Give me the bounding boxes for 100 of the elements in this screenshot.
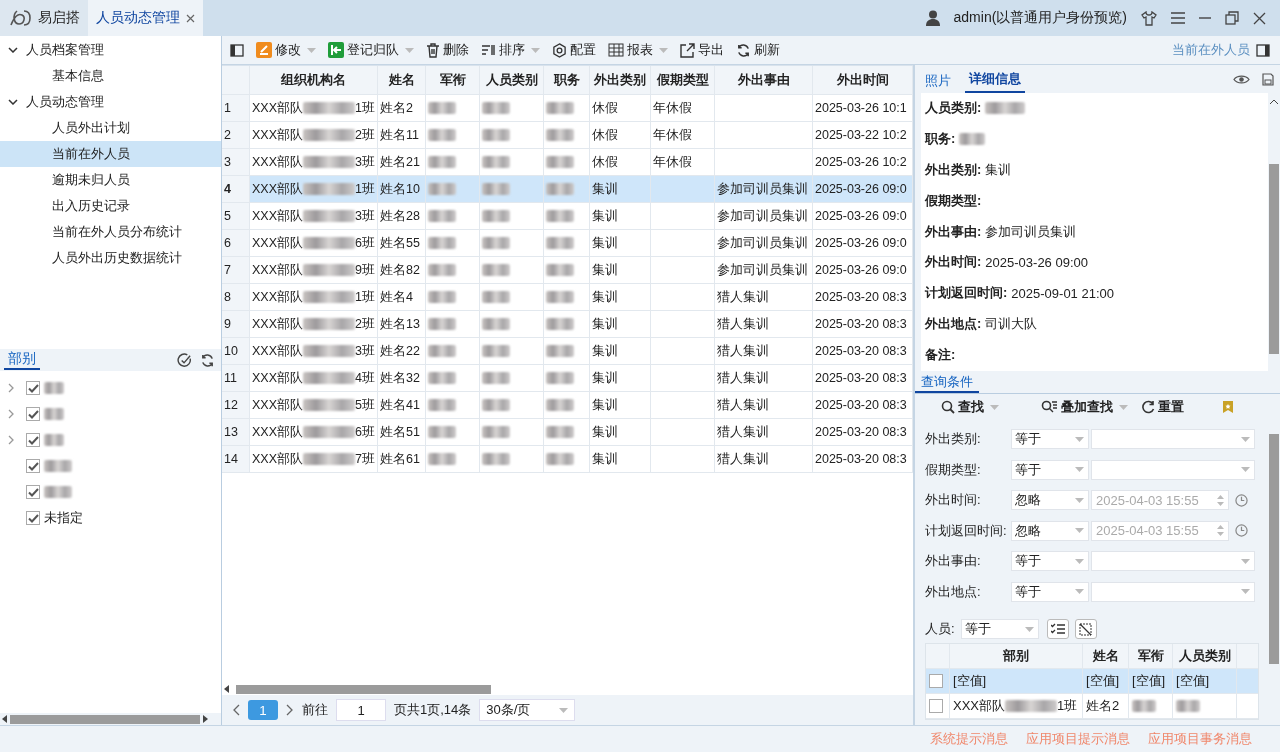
table-row[interactable]: [空值] [空值] [空值] [空值]: [926, 669, 1258, 694]
column-header[interactable]: 部别: [1003, 647, 1029, 665]
restore-icon[interactable]: [1225, 11, 1239, 25]
nav-item[interactable]: 基本信息: [0, 63, 221, 89]
scrollbar-thumb[interactable]: [10, 714, 200, 724]
table-row[interactable]: 11 XXX部队 4班 姓名32 集训 猎人集训 2025-03-20 08:3: [222, 365, 913, 392]
table-row[interactable]: 8 XXX部队 1班 姓名4 集训 猎人集训 2025-03-20 08:3: [222, 284, 913, 311]
table-row[interactable]: 14 XXX部队 7班 姓名61 集训 猎人集训 2025-03-20 08:3: [222, 446, 913, 473]
tree-item[interactable]: 未指定: [44, 509, 83, 527]
table-row[interactable]: 5 XXX部队 3班 姓名28 集训 参加司训员集训 2025-03-26 09:0: [222, 203, 913, 230]
toolbar-button[interactable]: 报表: [602, 41, 674, 59]
column-header[interactable]: 人员类别: [1178, 647, 1231, 665]
column-header[interactable]: 外出事由: [737, 71, 790, 89]
query-button[interactable]: 重置: [1135, 397, 1235, 417]
table-row[interactable]: 6 XXX部队 6班 姓名55 集训 参加司训员集训 2025-03-26 09:0: [222, 230, 913, 257]
chevron-right-icon[interactable]: [8, 409, 14, 419]
column-header[interactable]: 人员类别: [485, 71, 538, 89]
column-header[interactable]: 外出时间: [836, 71, 889, 89]
toolbar-button[interactable]: 删除: [420, 41, 475, 59]
column-header[interactable]: 军衔: [1137, 647, 1164, 665]
scroll-up-icon[interactable]: [1270, 99, 1278, 104]
clock-icon[interactable]: [1235, 524, 1248, 538]
table-row[interactable]: 9 XXX部队 2班 姓名13 集训 猎人集训 2025-03-20 08:3: [222, 311, 913, 338]
save-icon[interactable]: [1262, 72, 1274, 86]
nav-item[interactable]: 当前在外人员分布统计: [0, 219, 221, 245]
previous-page-icon[interactable]: [232, 704, 240, 716]
scrollbar-thumb[interactable]: [1269, 434, 1279, 664]
column-header[interactable]: 职务: [553, 71, 580, 89]
next-page-icon[interactable]: [286, 704, 294, 716]
column-header[interactable]: 外出类别: [594, 71, 646, 89]
panel-tab[interactable]: 部别: [4, 350, 40, 370]
panel-tab[interactable]: 照片: [921, 72, 955, 93]
operator-select[interactable]: 等于: [1011, 459, 1089, 480]
operator-select[interactable]: 等于: [1011, 581, 1089, 602]
column-header[interactable]: 姓名: [1092, 647, 1119, 665]
checkbox[interactable]: [26, 485, 40, 499]
toolbar-button[interactable]: 排序: [475, 41, 546, 59]
table-row[interactable]: 13 XXX部队 6班 姓名51 集训 猎人集训 2025-03-20 08:3: [222, 419, 913, 446]
bookmark-icon[interactable]: [1223, 401, 1233, 413]
scroll-right-icon[interactable]: [202, 715, 208, 723]
chevron-right-icon[interactable]: [8, 435, 14, 445]
table-row[interactable]: 7 XXX部队 9班 姓名82 集训 参加司训员集训 2025-03-26 09:0: [222, 257, 913, 284]
table-row[interactable]: 12 XXX部队 5班 姓名41 集训 猎人集训 2025-03-20 08:3: [222, 392, 913, 419]
checkbox[interactable]: [929, 699, 943, 713]
toolbar-button[interactable]: 配置: [546, 41, 602, 59]
nav-item[interactable]: 人员外出计划: [0, 115, 221, 141]
close-icon[interactable]: [186, 13, 195, 23]
app-tab[interactable]: 人员动态管理: [88, 0, 203, 36]
column-header[interactable]: 军衔: [439, 71, 466, 89]
page-input[interactable]: 1: [336, 699, 386, 721]
query-button[interactable]: 叠加查找: [1035, 397, 1135, 417]
scroll-left-icon[interactable]: [2, 715, 8, 723]
table-row[interactable]: 1 XXX部队 1班 姓名2 休假 年休假 2025-03-26 10:1: [222, 95, 913, 122]
query-button[interactable]: 查找: [935, 397, 1035, 417]
panel-toggle-icon[interactable]: [1256, 43, 1270, 57]
clear-selection-button[interactable]: [1074, 619, 1097, 639]
column-header[interactable]: 姓名: [388, 71, 415, 89]
chevron-right-icon[interactable]: [8, 383, 14, 393]
toolbar-button[interactable]: 刷新: [730, 41, 786, 59]
nav-group[interactable]: 人员档案管理: [0, 37, 221, 63]
checkbox[interactable]: [26, 511, 40, 525]
table-row[interactable]: XXX部队 1班 姓名2: [926, 694, 1258, 719]
operator-select[interactable]: 等于: [960, 619, 1039, 639]
checkbox[interactable]: [26, 433, 40, 447]
menu-icon[interactable]: [1171, 12, 1185, 24]
page-size-select[interactable]: 30条/页: [479, 699, 576, 721]
tree-row[interactable]: 未指定: [0, 505, 221, 531]
eye-icon[interactable]: [1233, 73, 1250, 85]
clock-icon[interactable]: [1235, 493, 1248, 507]
refresh-icon[interactable]: [200, 352, 215, 368]
toolbar-button[interactable]: 导出: [674, 41, 730, 59]
app-tab[interactable]: 易启搭: [0, 0, 88, 36]
toolbar-button[interactable]: 修改: [250, 41, 322, 59]
checkbox[interactable]: [26, 459, 40, 473]
toolbar-button[interactable]: 登记归队: [322, 41, 420, 59]
table-row[interactable]: 2 XXX部队 2班 姓名11 休假 年休假 2025-03-22 10:2: [222, 122, 913, 149]
nav-group[interactable]: 人员动态管理: [0, 89, 221, 115]
nav-item[interactable]: 当前在外人员: [0, 141, 221, 167]
column-header[interactable]: 组织机构名: [281, 71, 346, 89]
checkbox[interactable]: [26, 407, 40, 421]
check-circle-icon[interactable]: [177, 352, 192, 368]
checkbox[interactable]: [26, 381, 40, 395]
scrollbar-thumb[interactable]: [1269, 164, 1279, 354]
checklist-icon-button[interactable]: [1046, 619, 1069, 639]
nav-item[interactable]: 人员外出历史数据统计: [0, 245, 221, 271]
nav-item[interactable]: 逾期未归人员: [0, 167, 221, 193]
sidebar-toggle-icon[interactable]: [230, 43, 244, 57]
table-row[interactable]: 4 XXX部队 1班 姓名10 集训 参加司训员集训 2025-03-26 09:0: [222, 176, 913, 203]
scrollbar-thumb[interactable]: [236, 684, 491, 694]
user-name[interactable]: admin(以普通用户身份预览): [953, 9, 1127, 27]
operator-select[interactable]: 等于: [1011, 551, 1089, 572]
checkbox[interactable]: [929, 674, 943, 688]
operator-select[interactable]: 等于: [1011, 429, 1089, 450]
panel-tab[interactable]: 查询条件: [915, 373, 979, 393]
scroll-left-icon[interactable]: [224, 685, 230, 693]
shirt-icon[interactable]: [1141, 10, 1157, 26]
nav-item[interactable]: 出入历史记录: [0, 193, 221, 219]
column-header[interactable]: 假期类型: [656, 71, 709, 89]
close-icon[interactable]: [1253, 11, 1266, 25]
table-row[interactable]: 10 XXX部队 3班 姓名22 集训 猎人集训 2025-03-20 08:3: [222, 338, 913, 365]
